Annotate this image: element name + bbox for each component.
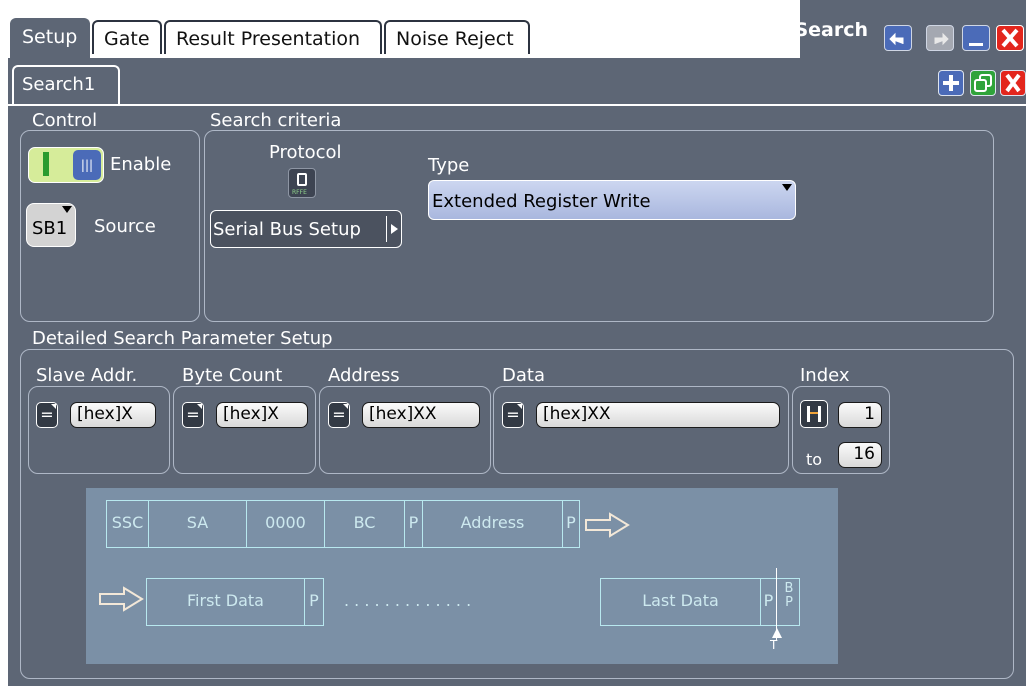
tab-result-presentation[interactable]: Result Presentation xyxy=(164,20,382,54)
tab-noise-reject-label: Noise Reject xyxy=(396,28,514,50)
data-input[interactable]: [hex]XX xyxy=(536,402,780,428)
frame-row-1: SSC SA 0000 BC P Address P xyxy=(106,500,580,548)
chevron-right-icon xyxy=(391,224,398,234)
tab-result-presentation-label: Result Presentation xyxy=(176,28,361,50)
minimize-icon xyxy=(969,43,983,46)
index-label: Index xyxy=(800,365,850,386)
address-group xyxy=(319,386,491,474)
field-address: Address xyxy=(423,501,563,547)
window-title: Search xyxy=(794,19,868,41)
source-label: Source xyxy=(94,216,156,237)
toggle-off-handle: ||| xyxy=(73,150,101,180)
tab-search1[interactable]: Search1 xyxy=(12,65,120,105)
range-icon-bar xyxy=(810,412,818,414)
frame-diagram: SSC SA 0000 BC P Address P First Data P … xyxy=(86,488,838,664)
tab-gate-label: Gate xyxy=(104,28,150,50)
enable-label: Enable xyxy=(110,154,172,175)
serial-bus-setup-label: Serial Bus Setup xyxy=(213,219,361,240)
redo-button[interactable] xyxy=(926,25,954,51)
search-criteria-title: Search criteria xyxy=(210,110,342,131)
copy-icon xyxy=(974,74,992,92)
field-ssc: SSC xyxy=(107,501,149,547)
address-operator[interactable]: = xyxy=(328,402,350,428)
byte-count-operator[interactable]: = xyxy=(182,402,204,428)
tab-setup-label: Setup xyxy=(22,26,78,48)
chevron-down-icon xyxy=(782,184,792,191)
protocol-icon: RFFE xyxy=(288,168,316,198)
data-group xyxy=(493,386,789,474)
copy-search-button[interactable] xyxy=(970,70,996,96)
protocol-icon-text: RFFE xyxy=(292,189,307,196)
byte-count-group xyxy=(173,386,316,474)
index-to-input[interactable]: 16 xyxy=(838,442,882,468)
address-label: Address xyxy=(328,365,400,386)
tab-gate[interactable]: Gate xyxy=(92,20,162,54)
close-window-button[interactable] xyxy=(996,25,1024,51)
source-selector[interactable]: SB1 xyxy=(26,203,76,247)
data-operator[interactable]: = xyxy=(502,402,524,428)
control-title: Control xyxy=(32,110,98,131)
protocol-label: Protocol xyxy=(269,142,342,163)
bus-park-b: B xyxy=(784,581,794,596)
redo-icon xyxy=(934,32,949,46)
continue-arrow-icon xyxy=(585,512,630,538)
close-icon xyxy=(1005,73,1021,93)
address-input[interactable]: [hex]XX xyxy=(362,402,480,428)
byte-count-label: Byte Count xyxy=(182,365,283,386)
index-mode-button[interactable] xyxy=(800,400,828,428)
protocol-device-glyph xyxy=(297,173,307,186)
byte-count-input[interactable]: [hex]X xyxy=(216,402,308,428)
field-last-data-parity: P xyxy=(761,579,777,625)
frame-last-data: Last Data P B P xyxy=(600,578,800,626)
plus-icon xyxy=(943,75,959,91)
slave-addr-input[interactable]: [hex]X xyxy=(70,402,156,428)
field-command: 0000 xyxy=(247,501,325,547)
field-first-data: First Data xyxy=(147,579,305,625)
index-from-input[interactable]: 1 xyxy=(838,402,882,428)
field-parity-2: P xyxy=(566,513,576,532)
add-search-button[interactable] xyxy=(938,70,964,96)
tab-noise-reject[interactable]: Noise Reject xyxy=(384,20,530,54)
source-value: SB1 xyxy=(32,218,68,239)
toggle-on-marker xyxy=(43,152,49,176)
close-icon xyxy=(1001,28,1019,48)
field-sa: SA xyxy=(149,501,247,547)
field-bc: BC xyxy=(325,501,405,547)
range-icon xyxy=(807,406,821,422)
delete-search-button[interactable] xyxy=(1000,70,1026,96)
bus-park-p: P xyxy=(785,595,793,610)
undo-button[interactable] xyxy=(884,25,912,51)
frame-first-data: First Data P xyxy=(146,578,324,626)
slave-addr-label: Slave Addr. xyxy=(36,365,138,386)
dropdown-indicator-icon xyxy=(62,206,72,213)
undo-icon xyxy=(889,32,904,46)
slave-addr-group xyxy=(28,386,170,474)
index-to-label: to xyxy=(806,450,823,469)
tab-setup[interactable]: Setup xyxy=(10,18,90,58)
tab-search1-label: Search1 xyxy=(22,74,96,95)
minimize-button[interactable] xyxy=(962,25,990,51)
type-label: Type xyxy=(428,155,470,176)
field-first-data-parity: P xyxy=(309,591,319,610)
data-label: Data xyxy=(502,365,545,386)
field-last-data: Last Data xyxy=(601,579,761,625)
type-value: Extended Register Write xyxy=(432,191,651,212)
detailed-setup-title: Detailed Search Parameter Setup xyxy=(32,328,333,349)
type-selector[interactable]: Extended Register Write xyxy=(428,180,796,220)
slave-addr-operator[interactable]: = xyxy=(36,402,58,428)
field-bus-park: B P xyxy=(779,579,799,625)
enable-toggle[interactable]: ||| xyxy=(28,147,104,183)
field-parity-1: P xyxy=(405,501,423,547)
continuation-arrow-icon xyxy=(99,586,144,612)
trigger-marker-label: T xyxy=(770,638,778,652)
serial-bus-setup-button[interactable]: Serial Bus Setup xyxy=(210,210,402,248)
divider xyxy=(386,216,387,242)
data-ellipsis: . . . . . . . . . . . . . xyxy=(344,591,472,610)
